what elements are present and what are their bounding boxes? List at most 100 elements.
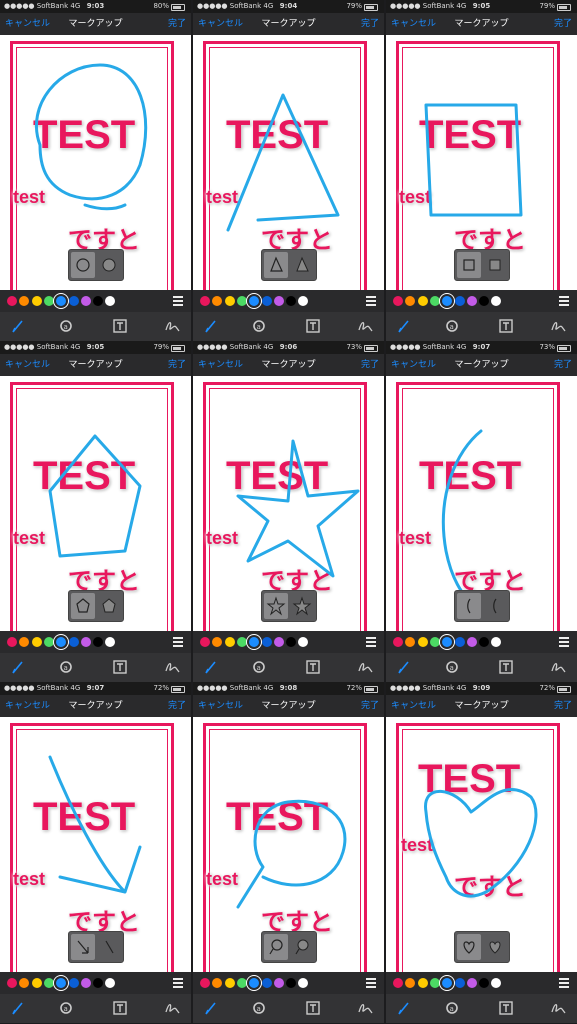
color-swatch[interactable] bbox=[93, 296, 104, 306]
line-stroke[interactable] bbox=[441, 429, 483, 608]
shape-suggestion-picker[interactable] bbox=[454, 931, 510, 963]
shape-suggestion-picker[interactable] bbox=[454, 590, 510, 622]
menu-icon[interactable] bbox=[559, 637, 569, 647]
loupe-icon[interactable]: a bbox=[444, 1000, 460, 1016]
done-button[interactable]: 完了 bbox=[361, 695, 379, 717]
shape-suggestion-picker[interactable] bbox=[68, 931, 124, 963]
color-swatch[interactable] bbox=[261, 637, 272, 647]
menu-icon[interactable] bbox=[366, 978, 376, 988]
triangle-stroke[interactable] bbox=[226, 93, 340, 232]
color-swatch[interactable] bbox=[393, 978, 403, 988]
text-icon[interactable] bbox=[112, 659, 128, 675]
color-swatch[interactable] bbox=[105, 978, 116, 988]
color-swatch[interactable] bbox=[286, 637, 297, 647]
color-swatch[interactable] bbox=[479, 978, 490, 988]
color-swatch[interactable] bbox=[491, 296, 502, 306]
color-swatch[interactable] bbox=[429, 978, 440, 988]
color-swatch[interactable] bbox=[479, 296, 490, 306]
color-swatch[interactable] bbox=[442, 978, 453, 988]
shape-option-suggested[interactable] bbox=[290, 252, 314, 278]
signature-icon[interactable] bbox=[550, 1000, 566, 1016]
color-swatch[interactable] bbox=[286, 978, 297, 988]
color-swatch[interactable] bbox=[212, 978, 223, 988]
shape-option-original[interactable] bbox=[457, 252, 481, 278]
loupe-icon[interactable]: a bbox=[251, 659, 267, 675]
color-swatch[interactable] bbox=[43, 637, 54, 647]
done-button[interactable]: 完了 bbox=[554, 354, 572, 376]
color-swatch[interactable] bbox=[454, 978, 465, 988]
color-swatch[interactable] bbox=[236, 978, 247, 988]
color-swatch[interactable] bbox=[31, 978, 42, 988]
markup-canvas[interactable]: TEST test ですと bbox=[0, 376, 191, 631]
text-icon[interactable] bbox=[498, 1000, 514, 1016]
loupe-icon[interactable]: a bbox=[444, 659, 460, 675]
color-swatch[interactable] bbox=[7, 637, 17, 647]
color-swatch[interactable] bbox=[466, 978, 477, 988]
shape-option-suggested[interactable] bbox=[483, 934, 507, 960]
color-swatch[interactable] bbox=[417, 978, 428, 988]
signature-icon[interactable] bbox=[164, 659, 180, 675]
color-swatch[interactable] bbox=[454, 637, 465, 647]
pen-icon[interactable] bbox=[396, 318, 412, 334]
color-swatch[interactable] bbox=[7, 296, 17, 306]
shape-option-suggested[interactable] bbox=[97, 252, 121, 278]
text-icon[interactable] bbox=[305, 318, 321, 334]
color-swatch[interactable] bbox=[442, 637, 453, 647]
color-swatch[interactable] bbox=[93, 978, 104, 988]
color-swatch[interactable] bbox=[80, 296, 91, 306]
color-swatch[interactable] bbox=[56, 637, 67, 647]
color-swatch[interactable] bbox=[93, 637, 104, 647]
color-swatch[interactable] bbox=[68, 296, 79, 306]
color-swatch[interactable] bbox=[298, 978, 309, 988]
shape-suggestion-picker[interactable] bbox=[261, 590, 317, 622]
menu-icon[interactable] bbox=[366, 296, 376, 306]
shape-option-original[interactable] bbox=[457, 593, 481, 619]
shape-option-suggested[interactable] bbox=[290, 934, 314, 960]
color-swatch[interactable] bbox=[105, 637, 116, 647]
color-swatch[interactable] bbox=[261, 978, 272, 988]
color-swatch[interactable] bbox=[31, 637, 42, 647]
menu-icon[interactable] bbox=[366, 637, 376, 647]
color-swatch[interactable] bbox=[80, 637, 91, 647]
color-swatch[interactable] bbox=[68, 637, 79, 647]
loupe-icon[interactable]: a bbox=[251, 318, 267, 334]
shape-suggestion-picker[interactable] bbox=[454, 249, 510, 281]
color-swatch[interactable] bbox=[212, 637, 223, 647]
shape-option-suggested[interactable] bbox=[290, 593, 314, 619]
color-swatch[interactable] bbox=[19, 978, 30, 988]
text-icon[interactable] bbox=[305, 659, 321, 675]
color-swatch[interactable] bbox=[429, 637, 440, 647]
markup-canvas[interactable]: TEST test ですと bbox=[0, 35, 191, 290]
markup-canvas[interactable]: TEST test ですと bbox=[193, 376, 384, 631]
signature-icon[interactable] bbox=[164, 318, 180, 334]
color-swatch[interactable] bbox=[224, 637, 235, 647]
shape-option-original[interactable] bbox=[71, 593, 95, 619]
signature-icon[interactable] bbox=[357, 318, 373, 334]
color-swatch[interactable] bbox=[286, 296, 297, 306]
shape-option-suggested[interactable] bbox=[97, 593, 121, 619]
signature-icon[interactable] bbox=[357, 659, 373, 675]
done-button[interactable]: 完了 bbox=[554, 695, 572, 717]
color-swatch[interactable] bbox=[224, 296, 235, 306]
pen-icon[interactable] bbox=[396, 1000, 412, 1016]
color-swatch[interactable] bbox=[19, 637, 30, 647]
signature-icon[interactable] bbox=[357, 1000, 373, 1016]
color-swatch[interactable] bbox=[393, 296, 403, 306]
shape-option-original[interactable] bbox=[457, 934, 481, 960]
color-swatch[interactable] bbox=[105, 296, 116, 306]
menu-icon[interactable] bbox=[559, 296, 569, 306]
markup-canvas[interactable]: TEST test ですと bbox=[386, 376, 577, 631]
shape-option-original[interactable] bbox=[264, 593, 288, 619]
pen-icon[interactable] bbox=[203, 318, 219, 334]
speech-bubble-stroke[interactable] bbox=[236, 799, 347, 909]
color-swatch[interactable] bbox=[417, 296, 428, 306]
color-swatch[interactable] bbox=[249, 296, 260, 306]
shape-option-original[interactable] bbox=[264, 252, 288, 278]
color-swatch[interactable] bbox=[454, 296, 465, 306]
color-swatch[interactable] bbox=[442, 296, 453, 306]
signature-icon[interactable] bbox=[550, 659, 566, 675]
color-swatch[interactable] bbox=[405, 637, 416, 647]
done-button[interactable]: 完了 bbox=[168, 354, 186, 376]
loupe-icon[interactable]: a bbox=[58, 318, 74, 334]
shape-option-original[interactable] bbox=[71, 934, 95, 960]
